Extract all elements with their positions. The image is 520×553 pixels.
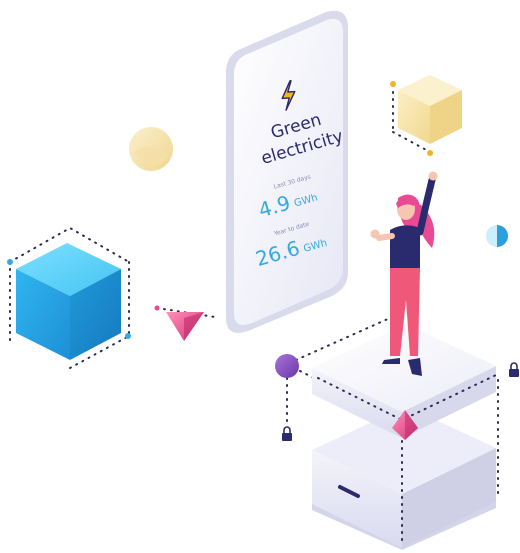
pink-triangle-left xyxy=(154,305,216,341)
yellow-cube xyxy=(390,75,462,156)
cream-sphere xyxy=(129,127,173,171)
server-boxes xyxy=(312,324,499,550)
blue-sphere xyxy=(486,225,508,247)
illustration-scene: Green electricity Last 30 days 4.9 GWh Y… xyxy=(7,10,519,550)
lock-icon xyxy=(509,362,519,377)
phone: Green electricity Last 30 days 4.9 GWh Y… xyxy=(226,10,348,333)
blue-cube xyxy=(7,226,131,369)
lock-icon xyxy=(282,426,292,441)
